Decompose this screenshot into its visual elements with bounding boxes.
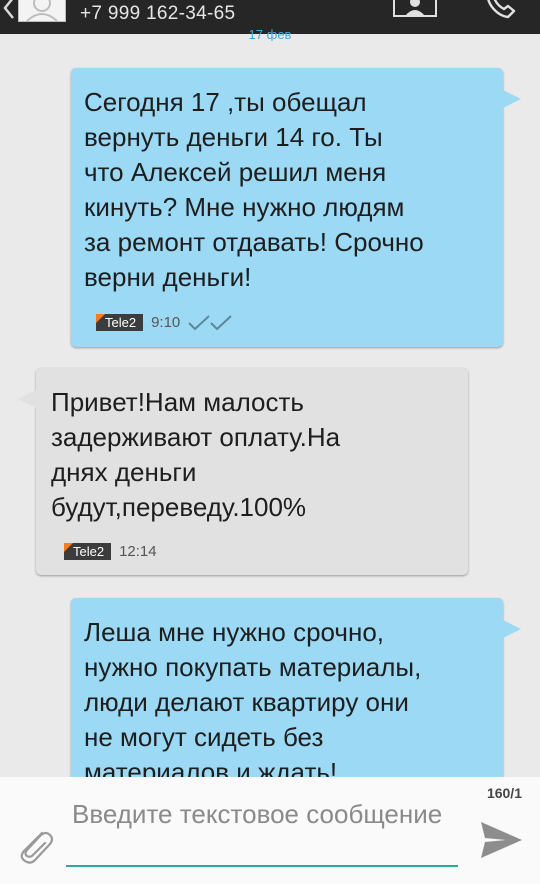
back-chevron-icon[interactable] [2, 0, 16, 20]
operator-flag-icon [64, 543, 73, 552]
contact-card-icon[interactable] [392, 0, 438, 18]
date-separator: 17 фев [248, 29, 292, 41]
bubble-tail [503, 90, 521, 108]
message-bubble-incoming[interactable]: Привет!Нам малость задерживают оплату.На… [18, 368, 468, 575]
message-time: 12:14 [119, 543, 157, 560]
message-meta: Tele2 9:10 [96, 314, 234, 331]
operator-label: Tele2 [105, 315, 137, 330]
character-counter: 160/1 [486, 785, 522, 801]
double-check-icon [188, 314, 232, 330]
message-text: Привет!Нам малость задерживают оплату.На… [51, 387, 341, 522]
attach-paperclip-icon[interactable] [12, 823, 54, 865]
message-text: Леша мне нужно срочно, нужно покупать ма… [84, 617, 422, 787]
message-time: 9:10 [151, 314, 181, 331]
call-icon[interactable] [484, 0, 518, 20]
message-text: Сегодня 17 ,ты обещал вернуть деньги 14 … [84, 87, 424, 292]
bubble-tail [503, 620, 521, 638]
operator-flag-icon [96, 314, 105, 323]
message-meta: Tele2 12:14 [64, 543, 157, 560]
compose-bar: 160/1 [0, 777, 540, 884]
operator-label: Tele2 [73, 544, 105, 559]
bubble-tail [18, 390, 36, 408]
message-input[interactable] [66, 793, 458, 867]
operator-badge: Tele2 [96, 314, 144, 331]
send-icon[interactable] [478, 819, 524, 861]
message-bubble-outgoing[interactable]: Сегодня 17 ,ты обещал вернуть деньги 14 … [71, 68, 521, 347]
contact-phone: +7 999 162-34-65 [80, 3, 236, 24]
contact-avatar-icon[interactable] [18, 0, 66, 22]
operator-badge: Tele2 [64, 543, 112, 560]
